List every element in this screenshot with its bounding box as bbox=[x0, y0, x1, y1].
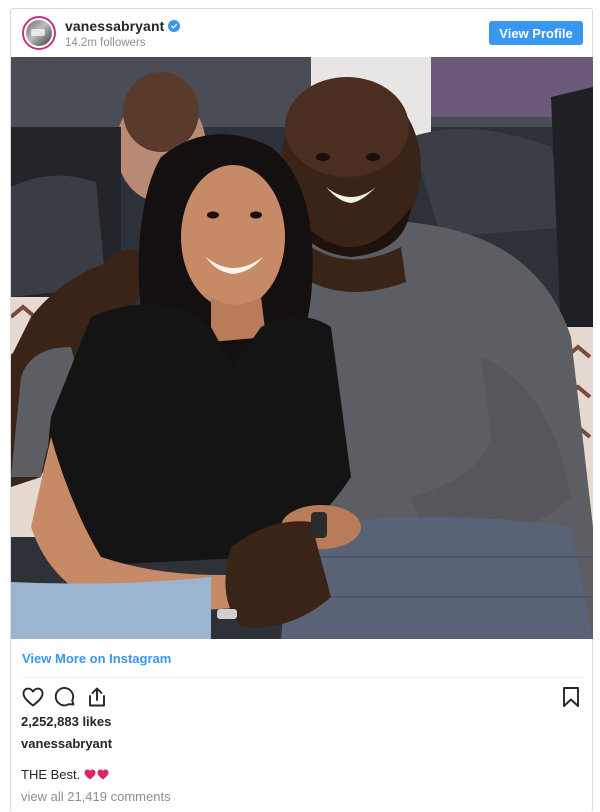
action-bar bbox=[21, 685, 583, 711]
like-count[interactable]: 2,252,883 likes bbox=[21, 714, 111, 729]
caption: THE Best. bbox=[21, 767, 109, 782]
view-profile-button[interactable]: View Profile bbox=[489, 21, 583, 45]
follower-count: 14.2m followers bbox=[65, 37, 146, 49]
bookmark-icon[interactable] bbox=[559, 685, 583, 709]
divider bbox=[21, 677, 582, 678]
comment-bubble-icon[interactable] bbox=[53, 685, 77, 709]
red-heart-emoji bbox=[84, 769, 109, 780]
instagram-embed-card: vanessabryant 14.2m followers View Profi… bbox=[10, 8, 593, 812]
share-upload-icon[interactable] bbox=[85, 685, 109, 709]
post-header: vanessabryant 14.2m followers View Profi… bbox=[11, 9, 592, 57]
heart-outline-icon[interactable] bbox=[21, 685, 45, 709]
view-all-comments-link[interactable]: view all 21,419 comments bbox=[21, 789, 171, 804]
photo-illustration bbox=[11, 57, 593, 639]
post-owner[interactable]: vanessabryant bbox=[21, 736, 112, 751]
avatar[interactable] bbox=[22, 16, 56, 50]
username-row: vanessabryant bbox=[65, 18, 181, 34]
avatar-image bbox=[26, 20, 52, 46]
post-photo[interactable] bbox=[11, 57, 593, 639]
caption-text: THE Best. bbox=[21, 767, 81, 782]
username[interactable]: vanessabryant bbox=[65, 18, 164, 34]
verified-badge-icon bbox=[168, 20, 181, 32]
user-info: vanessabryant 14.2m followers bbox=[65, 18, 181, 49]
view-more-link[interactable]: View More on Instagram bbox=[22, 651, 171, 666]
